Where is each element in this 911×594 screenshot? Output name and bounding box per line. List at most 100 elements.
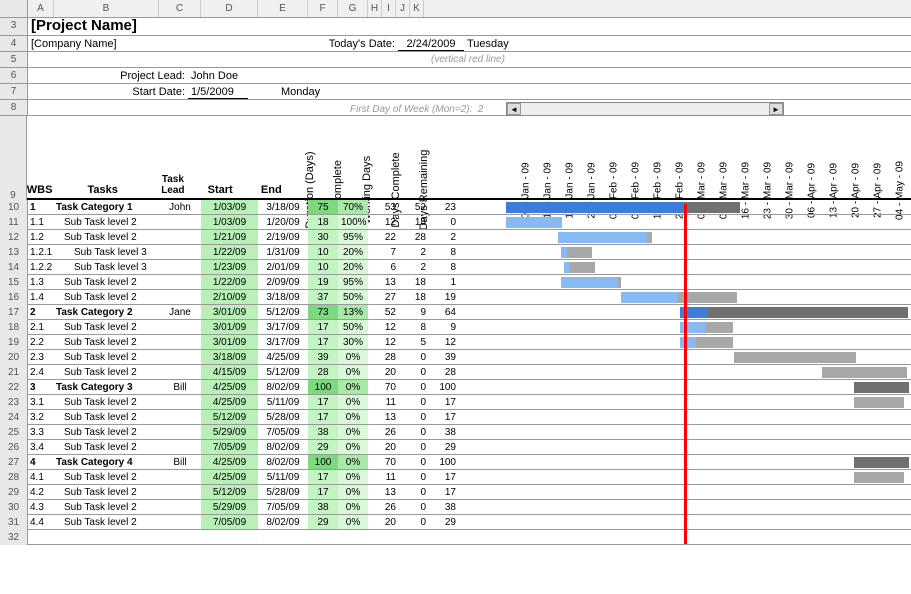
header-end[interactable]: End <box>247 116 295 198</box>
start-cell[interactable]: 2/10/09 <box>201 290 258 304</box>
wbs-cell[interactable]: 3.3 <box>28 425 54 439</box>
task-cell[interactable]: Sub Task level 2 <box>54 395 159 409</box>
lead-cell[interactable] <box>159 335 201 349</box>
col-header-B[interactable]: B <box>54 0 159 17</box>
gantt-bar-remaining[interactable] <box>618 277 621 288</box>
gantt-scrollbar[interactable]: ◄ ► <box>506 102 784 116</box>
lead-cell[interactable] <box>159 365 201 379</box>
gantt-bar-complete[interactable] <box>506 217 562 228</box>
task-cell[interactable]: Task Category 1 <box>54 200 159 214</box>
gantt-bar-remaining[interactable] <box>570 262 595 273</box>
days-remaining-cell[interactable]: 39 <box>428 350 458 364</box>
days-remaining-cell[interactable]: 38 <box>428 500 458 514</box>
working-days-cell[interactable]: 13 <box>368 275 398 289</box>
gantt-bar-remaining[interactable] <box>567 247 592 258</box>
days-remaining-cell[interactable]: 100 <box>428 380 458 394</box>
lead-cell[interactable]: Bill <box>159 455 201 469</box>
date-col-16[interactable]: 27 - Apr - 09 <box>867 116 889 198</box>
working-days-cell[interactable]: 11 <box>368 470 398 484</box>
wbs-cell[interactable]: 1.1 <box>28 215 54 229</box>
duration-cell[interactable]: 17 <box>308 485 338 499</box>
duration-cell[interactable]: 29 <box>308 440 338 454</box>
row-number[interactable]: 14 <box>0 260 28 275</box>
col-header-A[interactable]: A <box>28 0 54 17</box>
row-number[interactable]: 12 <box>0 230 28 245</box>
wbs-cell[interactable]: 2.3 <box>28 350 54 364</box>
col-header-J[interactable]: J <box>396 0 410 17</box>
task-cell[interactable]: Sub Task level 2 <box>54 470 159 484</box>
working-days-cell[interactable]: 20 <box>368 440 398 454</box>
start-cell[interactable]: 3/01/09 <box>201 320 258 334</box>
start-cell[interactable]: 4/25/09 <box>201 395 258 409</box>
wbs-cell[interactable]: 4.4 <box>28 515 54 529</box>
start-date[interactable]: 1/5/2009 <box>188 84 248 99</box>
wbs-cell[interactable]: 2 <box>28 305 54 319</box>
wbs-cell[interactable]: 2.2 <box>28 335 54 349</box>
lead-cell[interactable] <box>159 290 201 304</box>
start-cell[interactable]: 5/12/09 <box>201 410 258 424</box>
scroll-right-button[interactable]: ► <box>769 103 783 115</box>
start-cell[interactable]: 1/03/09 <box>201 200 258 214</box>
wbs-cell[interactable]: 4.1 <box>28 470 54 484</box>
task-cell[interactable]: Sub Task level 2 <box>54 485 159 499</box>
lead-cell[interactable] <box>159 470 201 484</box>
date-col-3[interactable]: 26 - Jan - 09 <box>581 116 603 198</box>
lead-cell[interactable] <box>159 320 201 334</box>
row-number[interactable]: 15 <box>0 275 28 290</box>
working-days-cell[interactable]: 53 <box>368 200 398 214</box>
start-cell[interactable]: 5/29/09 <box>201 425 258 439</box>
duration-cell[interactable]: 100 <box>308 380 338 394</box>
end-cell[interactable]: 3/17/09 <box>258 320 308 334</box>
days-remaining-cell[interactable]: 12 <box>428 335 458 349</box>
days-complete-cell[interactable]: 0 <box>398 455 428 469</box>
duration-cell[interactable]: 17 <box>308 470 338 484</box>
gantt-bar-remaining[interactable] <box>708 307 908 318</box>
task-cell[interactable]: Sub Task level 2 <box>54 215 159 229</box>
end-cell[interactable]: 2/19/09 <box>258 230 308 244</box>
today-date[interactable]: 2/24/2009 <box>398 36 464 51</box>
working-days-cell[interactable]: 26 <box>368 500 398 514</box>
percent-cell[interactable]: 100% <box>338 215 368 229</box>
working-days-cell[interactable]: 12 <box>368 320 398 334</box>
row-number[interactable]: 21 <box>0 365 28 380</box>
gantt-bar-complete[interactable] <box>558 232 647 243</box>
working-days-cell[interactable]: 27 <box>368 290 398 304</box>
task-cell[interactable]: Sub Task level 2 <box>54 230 159 244</box>
percent-cell[interactable]: 13% <box>338 305 368 319</box>
end-cell[interactable]: 3/17/09 <box>258 335 308 349</box>
row-number[interactable]: 25 <box>0 425 28 440</box>
col-header-F[interactable]: F <box>308 0 338 17</box>
percent-cell[interactable]: 95% <box>338 230 368 244</box>
task-cell[interactable]: Sub Task level 3 <box>54 245 159 259</box>
gantt-bar-remaining[interactable] <box>854 472 904 483</box>
wbs-cell[interactable]: 2.1 <box>28 320 54 334</box>
days-remaining-cell[interactable]: 28 <box>428 365 458 379</box>
end-cell[interactable]: 1/31/09 <box>258 245 308 259</box>
end-cell[interactable]: 5/28/09 <box>258 485 308 499</box>
end-cell[interactable]: 1/20/09 <box>258 215 308 229</box>
end-cell[interactable]: 8/02/09 <box>258 455 308 469</box>
days-complete-cell[interactable]: 0 <box>398 500 428 514</box>
duration-cell[interactable]: 19 <box>308 275 338 289</box>
col-header-D[interactable]: D <box>201 0 258 17</box>
header-lead[interactable]: Task Lead <box>153 116 193 198</box>
date-col-4[interactable]: 02 - Feb - 09 <box>603 116 625 198</box>
corner-cell[interactable] <box>0 0 28 17</box>
duration-cell[interactable]: 100 <box>308 455 338 469</box>
end-cell[interactable]: 5/28/09 <box>258 410 308 424</box>
date-col-11[interactable]: 23 - Mar - 09 <box>757 116 779 198</box>
task-cell[interactable]: Task Category 2 <box>54 305 159 319</box>
header-tasks[interactable]: Tasks <box>52 116 152 198</box>
row-number[interactable]: 17 <box>0 305 28 320</box>
wbs-cell[interactable]: 1.4 <box>28 290 54 304</box>
start-cell[interactable]: 1/21/09 <box>201 230 258 244</box>
working-days-cell[interactable]: 26 <box>368 425 398 439</box>
duration-cell[interactable]: 17 <box>308 320 338 334</box>
date-col-1[interactable]: 12 - Jan - 09 <box>537 116 559 198</box>
days-complete-cell[interactable]: 28 <box>398 230 428 244</box>
lead-cell[interactable]: Bill <box>159 380 201 394</box>
lead-cell[interactable] <box>159 395 201 409</box>
days-remaining-cell[interactable]: 38 <box>428 425 458 439</box>
start-cell[interactable]: 1/22/09 <box>201 275 258 289</box>
date-col-6[interactable]: 16 - Feb - 09 <box>647 116 669 198</box>
